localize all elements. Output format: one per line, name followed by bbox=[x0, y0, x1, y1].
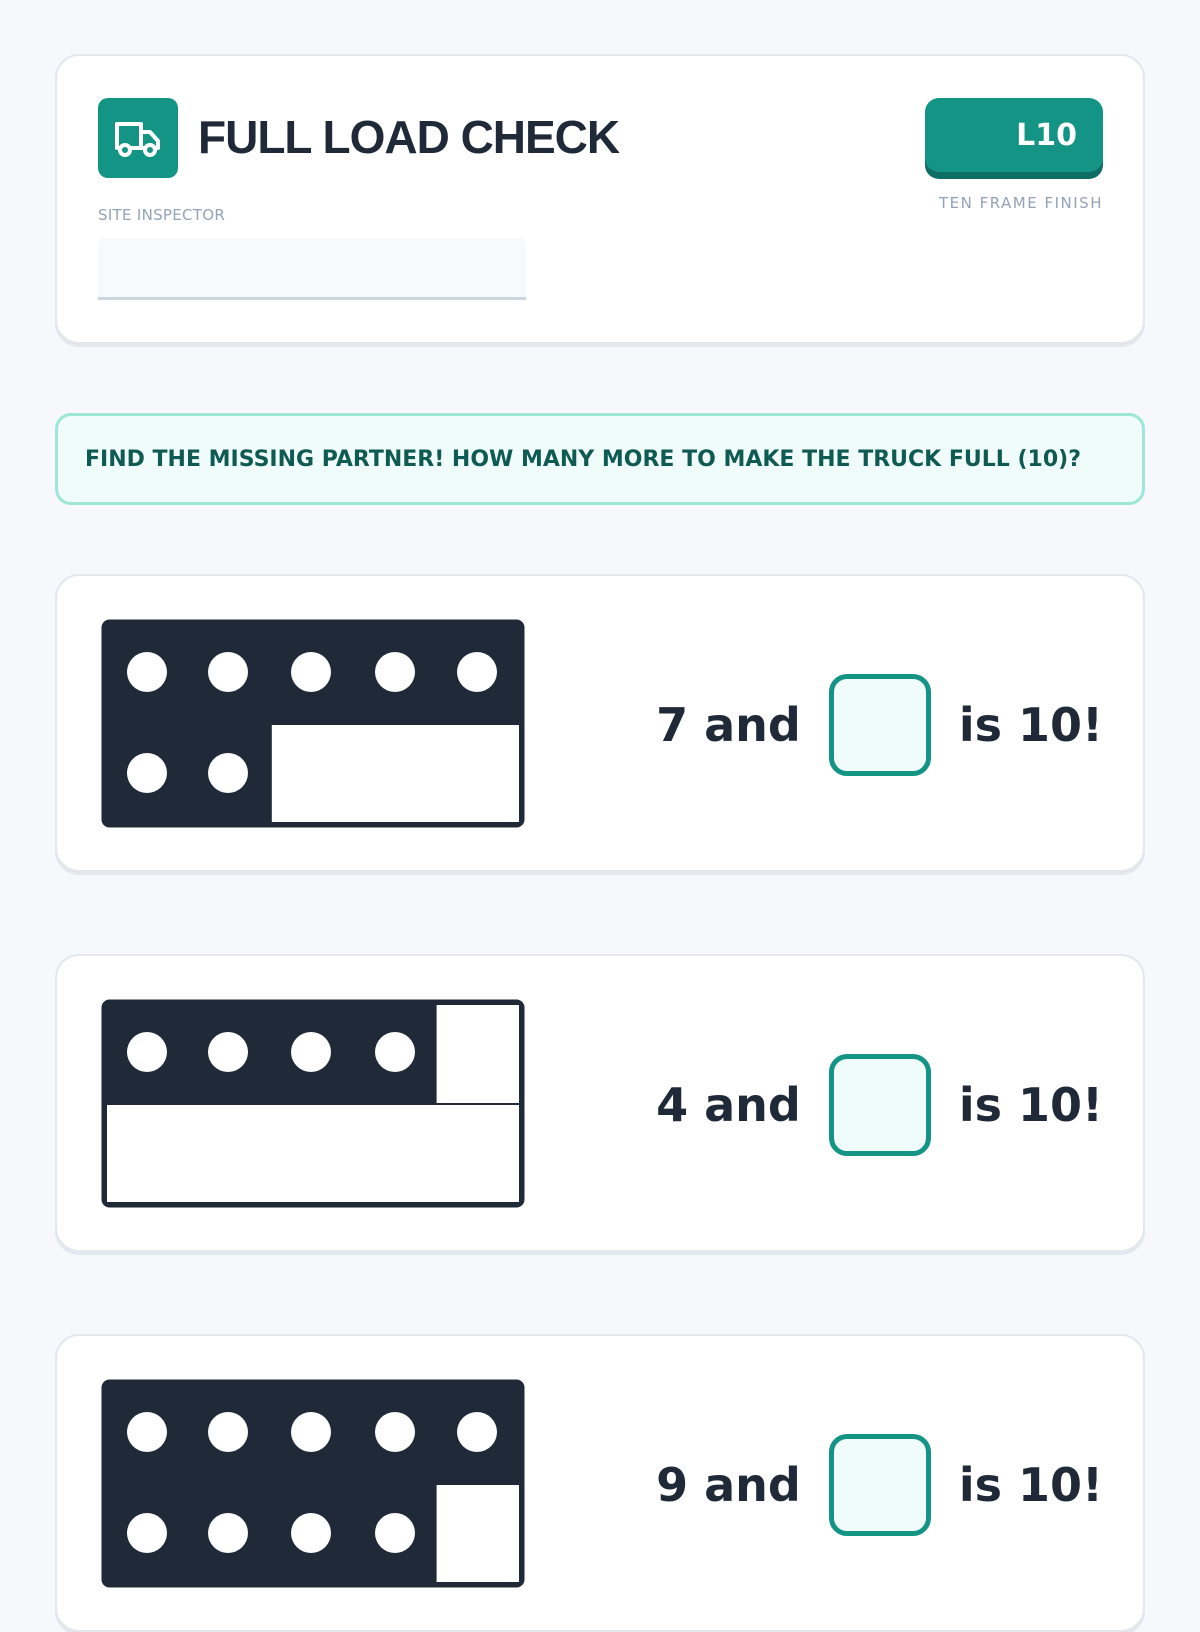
answer-input[interactable] bbox=[828, 674, 931, 776]
header-card: FULL LOAD CHECK SITE INSPECTOR L10 TEN F… bbox=[55, 54, 1145, 344]
load-dot bbox=[127, 1032, 167, 1072]
ten-frame-graphic bbox=[101, 999, 525, 1208]
site-inspector-label: SITE INSPECTOR bbox=[98, 206, 226, 224]
problem-card: 9 and is 10! bbox=[55, 1334, 1145, 1632]
empty-slots bbox=[107, 1105, 519, 1202]
load-dot bbox=[208, 753, 248, 793]
site-inspector-input[interactable] bbox=[98, 238, 526, 300]
load-dot bbox=[208, 1513, 248, 1553]
ten-frame bbox=[99, 997, 527, 1210]
load-dot bbox=[127, 1513, 167, 1553]
equation-prefix: 9 and bbox=[656, 1458, 801, 1512]
load-dot bbox=[127, 753, 167, 793]
equation-prefix: 4 and bbox=[656, 1078, 801, 1132]
equation-suffix: is 10! bbox=[958, 1078, 1103, 1132]
equation: 9 and is 10! bbox=[656, 1432, 1103, 1538]
page-title: FULL LOAD CHECK bbox=[198, 111, 620, 163]
ten-frame bbox=[99, 1377, 527, 1590]
empty-slots bbox=[436, 1005, 519, 1103]
load-dot bbox=[375, 652, 415, 692]
ten-frame-graphic bbox=[101, 1379, 525, 1588]
truck-icon bbox=[98, 98, 178, 178]
load-dot bbox=[375, 1412, 415, 1452]
load-dot bbox=[127, 652, 167, 692]
instruction-banner: FIND THE MISSING PARTNER! HOW MANY MORE … bbox=[55, 413, 1145, 505]
load-dot bbox=[375, 1513, 415, 1553]
level-subtitle: TEN FRAME FINISH bbox=[938, 194, 1103, 212]
equation: 4 and is 10! bbox=[656, 1052, 1103, 1158]
equation-prefix: 7 and bbox=[656, 698, 801, 752]
empty-slots bbox=[271, 725, 519, 822]
load-dot bbox=[457, 652, 497, 692]
problem-card: 7 and is 10! bbox=[55, 574, 1145, 872]
load-dot bbox=[208, 1412, 248, 1452]
equation-suffix: is 10! bbox=[958, 698, 1103, 752]
load-dot bbox=[127, 1412, 167, 1452]
load-dot bbox=[208, 652, 248, 692]
load-dot bbox=[291, 1513, 331, 1553]
load-dot bbox=[291, 1032, 331, 1072]
load-dot bbox=[208, 1032, 248, 1072]
level-badge: L10 bbox=[925, 98, 1103, 172]
ten-frame-graphic bbox=[101, 619, 525, 828]
load-dot bbox=[291, 652, 331, 692]
load-dot bbox=[375, 1032, 415, 1072]
answer-input[interactable] bbox=[828, 1054, 931, 1156]
ten-frame bbox=[99, 617, 527, 830]
load-dot bbox=[291, 1412, 331, 1452]
equation: 7 and is 10! bbox=[656, 672, 1103, 778]
answer-input[interactable] bbox=[828, 1434, 931, 1536]
problem-card: 4 and is 10! bbox=[55, 954, 1145, 1252]
empty-slots bbox=[436, 1485, 519, 1582]
load-dot bbox=[457, 1412, 497, 1452]
equation-suffix: is 10! bbox=[958, 1458, 1103, 1512]
